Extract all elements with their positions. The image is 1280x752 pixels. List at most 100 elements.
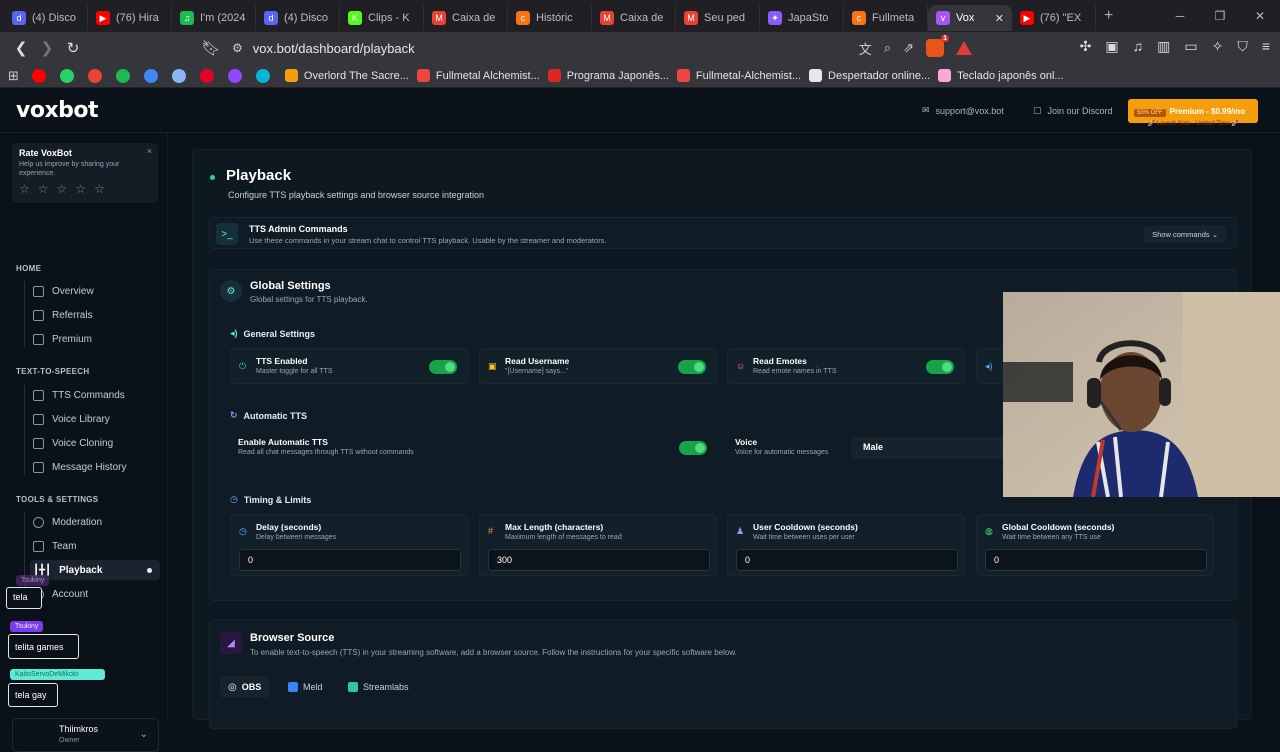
max-length-input[interactable]: 300 [488,549,710,571]
bookmark-favicon-icon[interactable] [115,68,130,83]
bookmark-favicon-icon[interactable] [59,68,74,83]
site-settings-icon[interactable]: ⚙ [232,41,243,55]
bookmark-item[interactable]: Teclado japonês onl... [938,69,1064,82]
tab-streamlabs[interactable]: Streamlabs [340,676,417,698]
browser-tab[interactable]: M Caixa de [424,5,508,31]
bookmark-item[interactable]: Overlord The Sacre... [284,69,409,82]
media-icon[interactable]: ♫ [1133,38,1144,55]
sidebar-item-team[interactable]: Team [30,536,160,556]
apps-grid-icon[interactable]: ⊞ [8,68,19,84]
browser-tab[interactable]: M Caixa de [592,5,676,31]
bookmark-favicon-icon[interactable] [31,68,46,83]
star-icon[interactable]: ☆ [38,182,49,196]
extensions-icon[interactable]: ✣ [1080,38,1092,55]
bookmark-favicon-icon[interactable] [171,68,186,83]
sidebar-item-moderation[interactable]: Moderation [30,512,160,532]
reload-icon[interactable]: ↻ [60,35,86,61]
bookmark-icon[interactable]: 🔖︎ [198,35,224,61]
browser-tab[interactable]: c Fullmeta [844,5,928,31]
forward-icon[interactable]: ❯ [34,35,60,61]
bookmark-item[interactable]: Fullmetal-Alchemist... [676,69,801,82]
close-tab-icon[interactable]: ✕ [995,12,1004,25]
bookmark-favicon-icon [284,69,298,82]
show-commands-button[interactable]: Show commands ⌄ [1144,226,1226,243]
tab-obs[interactable]: ◎ OBS [220,676,270,698]
chat-icon: ▢ [1033,105,1042,115]
chevron-down-icon[interactable]: ⌄ [140,729,148,740]
tab-meld[interactable]: Meld [280,676,331,698]
star-icon[interactable]: ☆ [94,182,105,196]
sidebar-icon[interactable]: ▥ [1157,38,1170,55]
global-settings-title: Global Settings [250,280,331,292]
global-cooldown-input[interactable]: 0 [985,549,1207,571]
sidebar-item-referrals[interactable]: Referrals [30,305,160,325]
support-link[interactable]: ✉ support@vox.bot [922,105,1004,116]
tab-title: Históric [536,12,573,24]
bookmark-favicon-icon[interactable] [143,68,158,83]
translate-icon[interactable]: 文 [859,39,872,58]
share-icon[interactable]: ⇗ [903,40,914,56]
premium-button[interactable]: 50% OFF Premium - $0.99/mo 🚀 Launch Sale … [1128,99,1258,127]
back-icon[interactable]: ❮ [8,35,34,61]
user-menu[interactable]: Thiimkros Owner ⌄ [12,718,159,752]
star-icon[interactable]: ☆ [75,182,86,196]
zoom-icon[interactable]: ⌕ [884,40,891,56]
browser-tab[interactable]: ▶ (76) "EX [1012,5,1096,31]
microphone-icon [33,437,44,449]
sidebar-item-voice-library[interactable]: Voice Library [30,409,160,429]
bookmark-item[interactable]: Despertador online... [809,69,930,82]
tile-title: Max Length (characters) [505,522,604,532]
close-icon[interactable]: × [147,146,152,156]
terminal-icon: >_ [216,223,238,245]
minimize-icon[interactable]: ─ [1160,0,1200,32]
star-icon[interactable]: ☆ [19,182,30,196]
auto-tts-toggle[interactable] [679,441,707,455]
sidebar-item-tts-commands[interactable]: TTS Commands [30,385,160,405]
bookmark-favicon-icon[interactable] [87,68,102,83]
read-emotes-toggle[interactable] [926,360,954,374]
browser-source-subtitle: To enable text-to-speech (TTS) in your s… [250,648,737,657]
omnibox[interactable]: ⚙ vox.bot/dashboard/playback 文 ⌕ ⇗ 1 [232,35,972,60]
star-icon[interactable]: ☆ [57,182,68,196]
bookmark-favicon-icon[interactable] [227,68,242,83]
bookmark-item[interactable]: Programa Japonês... [547,69,669,82]
bookmark-favicon-icon[interactable] [199,68,214,83]
username-icon: ▣ [488,361,497,371]
bookmark-item[interactable]: Fullmetal Alchemist... [416,69,540,82]
user-cooldown-input[interactable]: 0 [736,549,958,571]
read-username-toggle[interactable] [678,360,706,374]
menu-icon[interactable]: ≡ [1262,38,1270,55]
leo-icon[interactable]: ✧ [1212,38,1224,55]
browser-tab[interactable]: ♫ I'm (2024 [172,5,256,31]
tts-enabled-toggle[interactable] [429,360,457,374]
screenshot-icon[interactable]: ▣ [1105,38,1118,55]
discord-link[interactable]: ▢ Join our Discord [1033,105,1113,116]
vpn-icon[interactable]: ⛉ [1237,38,1248,55]
browser-tab[interactable]: ✦ JapaSto [760,5,844,31]
sidebar-item-playback[interactable]: ┃╋┃ Playback [30,560,160,580]
sidebar-item-label: Voice Library [52,413,110,425]
delay-input[interactable]: 0 [239,549,461,571]
browser-tab[interactable]: d (4) Disco [4,5,88,31]
browser-tab[interactable]: ▶ (76) Hira [88,5,172,31]
brave-rewards-icon[interactable] [956,41,972,55]
sidebar-item-message-history[interactable]: Message History [30,457,160,477]
restore-icon[interactable]: ❐ [1200,0,1240,32]
sidebar-item-premium[interactable]: Premium [30,329,160,349]
browser-tab[interactable]: K Clips - K [340,5,424,31]
new-tab-icon[interactable]: + [1104,7,1113,25]
bookmark-favicon-icon[interactable] [255,68,270,83]
bookmark-favicon-icon [938,69,952,82]
browser-tab[interactable]: M Seu ped [676,5,760,31]
wallet-icon[interactable]: ▭ [1184,38,1197,55]
close-window-icon[interactable]: ✕ [1240,0,1280,32]
browser-tab[interactable]: d (4) Disco [256,5,340,31]
browser-tab[interactable]: c Históric [508,5,592,31]
sidebar-item-overview[interactable]: Overview [30,281,160,301]
url-text[interactable]: vox.bot/dashboard/playback [253,41,415,56]
brave-shield-icon[interactable]: 1 [926,35,949,57]
browser-tab[interactable]: v Vox ✕ [928,5,1012,31]
sidebar-item-account[interactable]: Account [30,584,160,604]
sidebar-item-voice-cloning[interactable]: Voice Cloning [30,433,160,453]
voxbot-logo[interactable]: voxbot [16,98,99,123]
